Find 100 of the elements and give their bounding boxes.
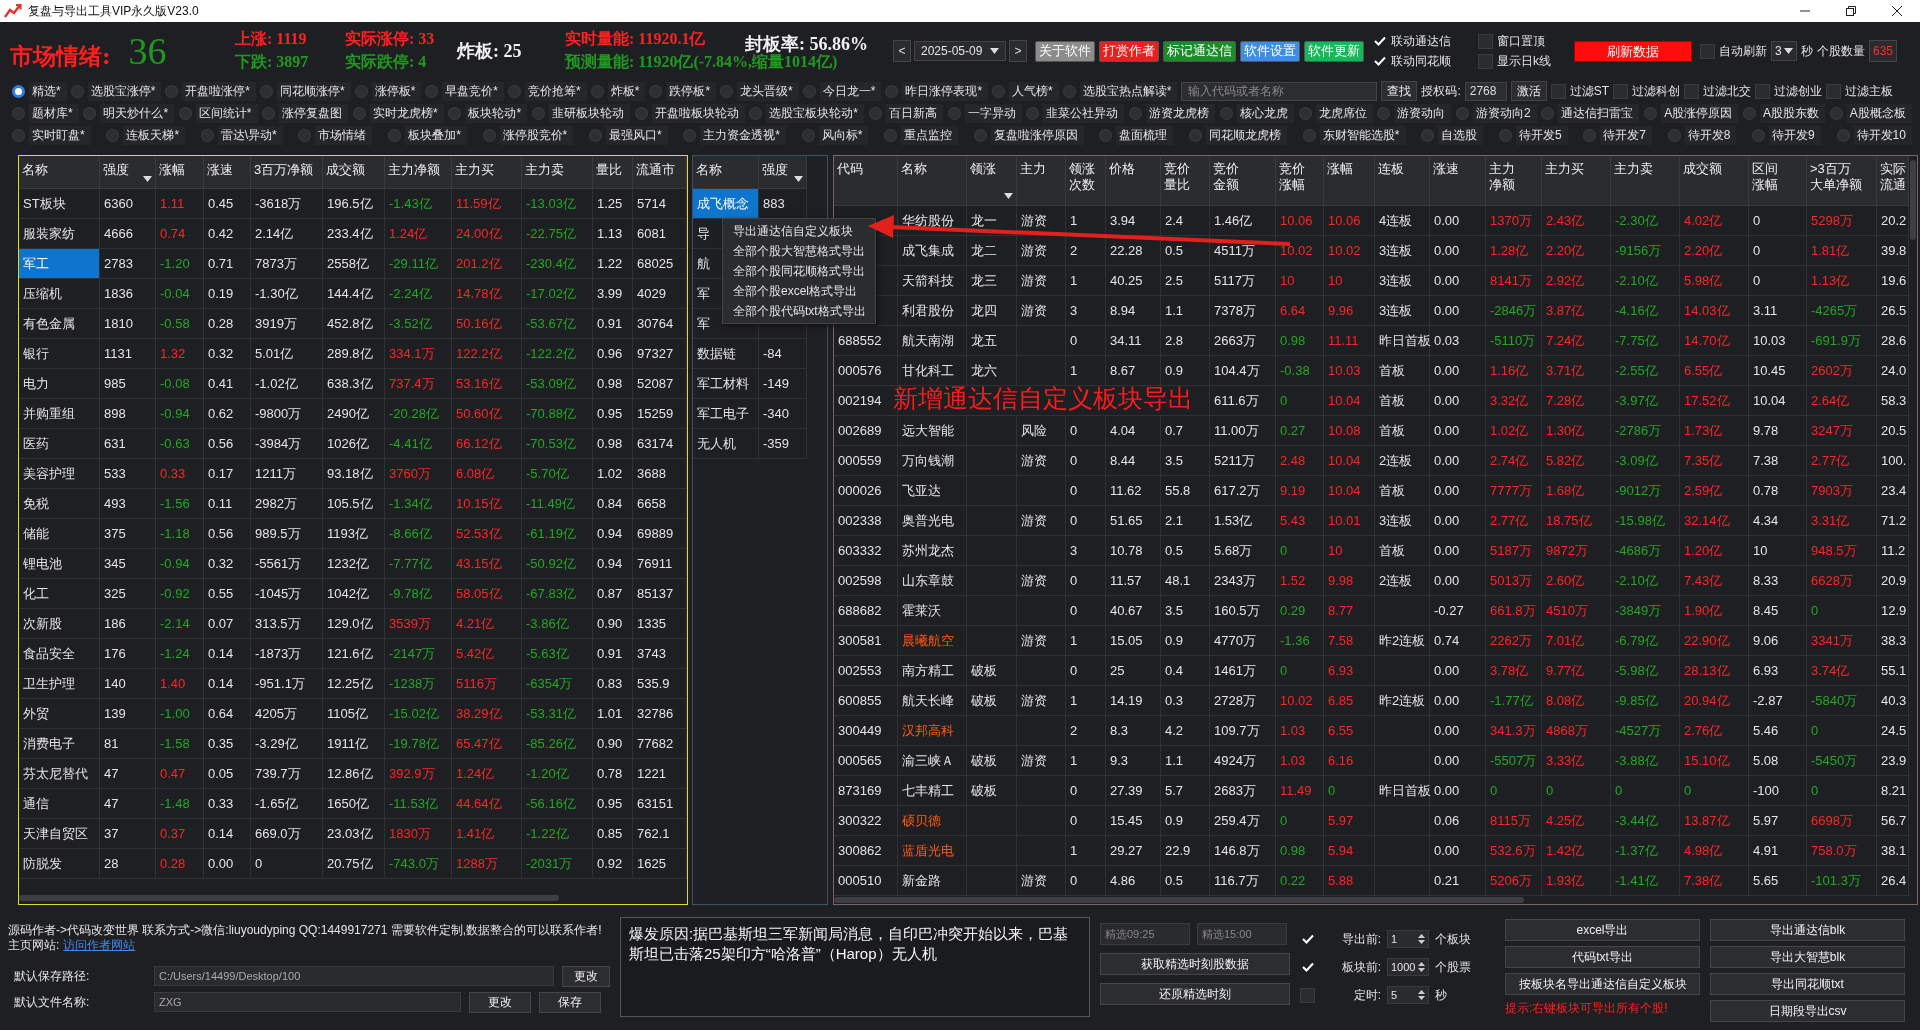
table-cell[interactable]: 军工材料 — [693, 369, 759, 399]
radio-button[interactable] — [1219, 106, 1233, 120]
radio-button[interactable] — [1099, 128, 1113, 142]
radio-button[interactable] — [1302, 128, 1316, 142]
radio-label[interactable]: A股股东数 — [1760, 103, 1825, 123]
column-label[interactable]: 主力 — [1489, 161, 1515, 177]
radio-label[interactable]: 雷达\异动* — [217, 125, 283, 145]
search-field[interactable]: 输入代码或者名称 — [1181, 81, 1378, 101]
table-cell[interactable]: 次新股 — [19, 609, 100, 639]
checkbox-label[interactable]: 联动通达信 — [1391, 32, 1451, 50]
checkbox[interactable] — [1700, 43, 1715, 59]
radio-label[interactable]: 跌停板* — [666, 81, 717, 101]
column-label[interactable]: 净额 — [1489, 177, 1515, 193]
checkbox[interactable] — [1684, 83, 1700, 99]
radio-button[interactable] — [801, 128, 815, 142]
checkbox[interactable] — [1478, 53, 1493, 69]
radio-button[interactable] — [508, 84, 522, 98]
change-button[interactable]: 更改 — [562, 965, 610, 987]
radio-label[interactable]: 东财智能选股* — [1319, 125, 1406, 145]
column-header[interactable]: 名称 — [693, 156, 759, 189]
table-cell[interactable]: 成飞概念 — [693, 189, 759, 219]
radio-button[interactable] — [12, 128, 25, 142]
radio-label[interactable]: 自选股 — [1438, 125, 1484, 145]
radio-button[interactable] — [588, 128, 602, 142]
column-label[interactable]: 金额 — [1213, 177, 1239, 193]
column-header[interactable]: 涨幅 — [156, 156, 204, 189]
table-cell[interactable]: 银行 — [19, 339, 100, 369]
radio-button[interactable] — [1498, 128, 1512, 142]
radio-button[interactable] — [1026, 106, 1040, 120]
column-label[interactable]: 代码 — [837, 161, 863, 177]
radio-label[interactable]: 市场情绪 — [315, 125, 373, 145]
column-header[interactable]: 主力买 — [452, 156, 522, 189]
column-label[interactable]: >3百万 — [1810, 161, 1851, 177]
checkbox[interactable] — [1755, 83, 1771, 99]
checkbox-label[interactable]: 窗口置顶 — [1497, 32, 1545, 50]
radio-button[interactable] — [165, 84, 179, 98]
radio-button[interactable] — [884, 128, 898, 142]
radio-label[interactable]: 待开发8 — [1684, 125, 1737, 145]
radio-label[interactable]: 待开发9 — [1769, 125, 1821, 145]
radio-label[interactable]: 实时盯盘* — [29, 125, 91, 145]
radio-label[interactable]: 同花顺涨停* — [277, 81, 351, 101]
radio-button[interactable] — [200, 128, 214, 142]
refresh-button[interactable]: 刷新数据 — [1574, 40, 1692, 62]
checkbox-label[interactable]: 显示日k线 — [1497, 52, 1551, 70]
radio-button[interactable] — [1752, 128, 1766, 142]
export-button[interactable]: 按板块名导出通达信自定义板块 — [1505, 973, 1700, 995]
radio-label[interactable]: 通达信扫雷宝 — [1558, 103, 1640, 123]
radio-button[interactable] — [992, 84, 1006, 98]
spinner-arrows-icon[interactable] — [1418, 961, 1425, 973]
checkbox-label[interactable]: 过滤创业 — [1774, 82, 1823, 100]
radio-button[interactable] — [1062, 84, 1076, 98]
radio-label[interactable]: 涨停板* — [371, 81, 422, 101]
table-cell[interactable]: 军工电子 — [693, 399, 759, 429]
toolbar-button[interactable]: 打赏作者 — [1099, 40, 1159, 62]
column-label[interactable]: 实际 — [1880, 161, 1906, 177]
export-button[interactable]: 导出同花顺txt — [1710, 973, 1905, 995]
column-label[interactable]: 名称 — [901, 161, 927, 177]
radio-button[interactable] — [590, 84, 604, 98]
table-cell[interactable]: 免税 — [19, 489, 100, 519]
radio-button[interactable] — [83, 106, 97, 120]
scrollbar[interactable] — [1910, 160, 1916, 240]
scrollbar[interactable] — [19, 895, 559, 901]
previous-button[interactable]: < — [893, 40, 911, 62]
checkbox-label[interactable]: 过滤北交 — [1703, 82, 1752, 100]
column-header[interactable]: 主力净额 — [385, 156, 452, 189]
radio-button[interactable] — [1377, 106, 1391, 120]
snapshot-button[interactable]: 还原精选时刻 — [1100, 983, 1290, 1005]
spinner-arrows-icon[interactable] — [1418, 989, 1425, 1001]
export-button[interactable]: 导出通达信blk — [1710, 919, 1905, 941]
column-label[interactable]: 领涨 — [1069, 161, 1095, 177]
checkbox-label[interactable]: 过滤ST — [1569, 82, 1610, 100]
column-header[interactable]: 名称 — [19, 156, 100, 189]
table-cell[interactable]: 通信 — [19, 789, 100, 819]
table-cell[interactable]: 美容护理 — [19, 459, 100, 489]
radio-label[interactable]: 炸板* — [607, 81, 646, 101]
radio-button[interactable] — [1456, 106, 1470, 120]
number-spinner[interactable]: 5 — [1387, 986, 1429, 1004]
radio-label[interactable]: 龙头晋级* — [737, 81, 799, 101]
table-cell[interactable]: 医药 — [19, 429, 100, 459]
checkbox[interactable] — [1550, 83, 1566, 99]
column-header[interactable]: 成交额 — [323, 156, 385, 189]
checkbox-label[interactable]: 自动刷新 — [1719, 42, 1767, 60]
radio-button[interactable] — [482, 128, 496, 142]
menu-item[interactable]: 全部个股同花顺格式导出 — [723, 261, 875, 281]
radio-label[interactable]: 一字异动 — [964, 103, 1022, 123]
radio-label[interactable]: 核心龙虎 — [1236, 103, 1294, 123]
radio-label[interactable]: A股概念板 — [1846, 103, 1912, 123]
radio-button[interactable] — [749, 106, 763, 120]
column-label[interactable]: 主力卖 — [1614, 161, 1653, 177]
column-label[interactable]: 大单净额 — [1810, 177, 1862, 193]
radio-label[interactable]: 人气榜* — [1009, 81, 1059, 101]
table-cell[interactable]: 外贸 — [19, 699, 100, 729]
file-name-field[interactable]: ZXG — [154, 992, 461, 1012]
table-cell[interactable]: 天津自贸区 — [19, 819, 100, 849]
radio-label[interactable]: 题材库* — [29, 103, 79, 123]
radio-label[interactable]: 昨日涨停表现* — [902, 81, 989, 101]
radio-label[interactable]: 龙虎席位 — [1315, 103, 1373, 123]
column-label[interactable]: 领涨 — [970, 161, 996, 177]
radio-button[interactable] — [531, 106, 545, 120]
radio-label[interactable]: 早盘竞价* — [442, 81, 505, 101]
